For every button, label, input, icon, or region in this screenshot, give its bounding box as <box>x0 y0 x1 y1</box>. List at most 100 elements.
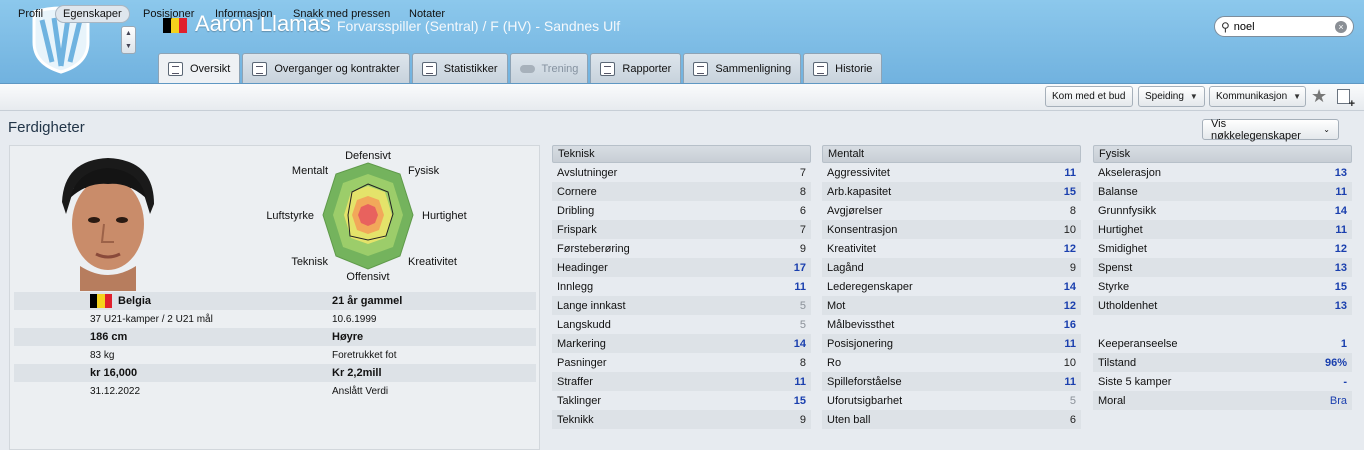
attribute-name: Mot <box>827 299 846 312</box>
make-bid-button[interactable]: Kom med et bud <box>1045 86 1133 107</box>
attribute-value: 1 <box>1340 337 1347 350</box>
attribute-group-header: Mentalt <box>822 145 1081 163</box>
attribute-row: Innlegg 11 <box>552 277 811 296</box>
preferred-foot: Høyre <box>332 331 364 343</box>
tab-historie[interactable]: Historie <box>803 53 883 83</box>
attribute-value: 13 <box>1334 261 1347 274</box>
attribute-value: 9 <box>799 413 806 426</box>
attribute-radar-chart: Defensivt Fysisk Hurtighet Kreativitet O… <box>266 150 466 283</box>
attribute-row: Balanse 11 <box>1093 182 1352 201</box>
subnav-notater[interactable]: Notater <box>402 5 452 23</box>
date-of-birth: 10.6.1999 <box>332 313 377 325</box>
tab-overganger[interactable]: Overganger og kontrakter <box>242 53 410 83</box>
search-input[interactable] <box>1233 20 1329 33</box>
attribute-value: - <box>1343 375 1347 388</box>
tab-label: Overganger og kontrakter <box>274 62 400 75</box>
attribute-value: 9 <box>799 242 806 255</box>
attribute-name: Langskudd <box>557 318 611 331</box>
weight: 83 kg <box>90 349 115 361</box>
attribute-value: 12 <box>1063 242 1076 255</box>
attribute-value: 14 <box>1334 204 1347 217</box>
subnav-pressen[interactable]: Snakk med pressen <box>286 5 397 23</box>
attribute-row: Uforutsigbarhet 5 <box>822 391 1081 410</box>
mental-attributes: Mentalt Aggressivitet 11 Arb.kapasitet 15 Avg… <box>822 145 1081 429</box>
technical-attributes: Teknisk Avslutninger 7 Cornere 8 Dribling 6 Fri… <box>552 145 811 429</box>
belgium-flag-icon <box>90 294 112 308</box>
attribute-value: 9 <box>1069 261 1076 274</box>
tab-trening[interactable]: Trening <box>509 53 589 83</box>
tab-sammenligning[interactable]: Sammenligning <box>683 53 802 83</box>
attribute-value: 8 <box>1069 204 1076 217</box>
attribute-name: Straffer <box>557 375 593 388</box>
scouting-dropdown[interactable]: Speiding ▼ <box>1138 86 1205 107</box>
star-icon[interactable]: ★ <box>1311 86 1327 107</box>
attribute-row: Langskudd 5 <box>552 315 811 334</box>
attribute-value: 12 <box>1334 242 1347 255</box>
attribute-name: Frispark <box>557 223 597 236</box>
subnav-informasjon[interactable]: Informasjon <box>208 5 279 23</box>
tab-label: Oversikt <box>190 62 231 75</box>
cloud-icon <box>519 62 535 76</box>
preferred-foot-label: Foretrukket fot <box>332 349 397 361</box>
attribute-group-header: Fysisk <box>1093 145 1352 163</box>
u21-caps: 37 U21-kamper / 2 U21 mål <box>90 313 213 325</box>
attribute-name: Konsentrasjon <box>827 223 898 236</box>
attribute-row: Spenst 13 <box>1093 258 1352 277</box>
attribute-row: Siste 5 kamper - <box>1093 372 1352 391</box>
tab-statistikker[interactable]: Statistikker <box>411 53 508 83</box>
key-attrs-label: Vis nøkkelegenskaper <box>1211 117 1301 142</box>
attribute-name: Headinger <box>557 261 608 274</box>
subnav-egenskaper[interactable]: Egenskaper <box>55 5 130 23</box>
attribute-row: Målbevissthet 16 <box>822 315 1081 334</box>
attribute-name: Styrke <box>1098 280 1130 293</box>
clear-search-icon[interactable]: × <box>1335 20 1347 33</box>
radar-label-aerial: Luftstyrke <box>266 210 314 222</box>
attribute-value: 10 <box>1063 356 1076 369</box>
player-nav-arrows[interactable]: ▲ ▼ <box>121 26 136 54</box>
attribute-row: Akselerasjon 13 <box>1093 163 1352 182</box>
subnav-posisjoner[interactable]: Posisjoner <box>136 5 201 23</box>
attribute-value: 7 <box>799 223 806 236</box>
attribute-name: Kreativitet <box>827 242 876 255</box>
attribute-value: 13 <box>1334 299 1347 312</box>
section-title: Ferdigheter <box>8 119 85 136</box>
attribute-name: Arb.kapasitet <box>827 185 892 198</box>
attribute-row: Konsentrasjon 10 <box>822 220 1081 239</box>
attribute-value: Bra <box>1329 394 1347 407</box>
radar-label-physical: Fysisk <box>408 165 440 177</box>
tab-label: Historie <box>835 62 873 75</box>
search-box[interactable]: ⚲ × <box>1214 16 1354 37</box>
add-note-icon[interactable] <box>1337 89 1355 110</box>
attribute-value: 5 <box>799 299 806 312</box>
attribute-row: Avslutninger 7 <box>552 163 811 182</box>
attribute-name: Pasninger <box>557 356 607 369</box>
attribute-value: 15 <box>793 394 806 407</box>
attribute-name: Utholdenhet <box>1098 299 1158 312</box>
radar-label-technical: Teknisk <box>291 256 328 268</box>
attribute-row: Dribling 6 <box>552 201 811 220</box>
attribute-name: Dribling <box>557 204 595 217</box>
attribute-name: Aggressivitet <box>827 166 890 179</box>
attribute-name: Teknikk <box>557 413 594 426</box>
contract-end: 31.12.2022 <box>90 385 141 397</box>
tab-oversikt[interactable]: Oversikt <box>158 53 241 83</box>
attribute-row: Moral Bra <box>1093 391 1352 410</box>
attribute-value: 14 <box>793 337 806 350</box>
attribute-value: 17 <box>793 261 806 274</box>
player-photo <box>58 158 158 291</box>
chevron-down-icon: ⌄ <box>1323 125 1330 134</box>
profile-card-icon <box>168 61 183 76</box>
tab-rapporter[interactable]: Rapporter <box>590 53 682 83</box>
communication-dropdown[interactable]: Kommunikasjon ▼ <box>1209 86 1306 107</box>
key-attributes-dropdown[interactable]: Vis nøkkelegenskaper ⌄ <box>1202 117 1339 142</box>
attribute-value: 11 <box>1064 166 1076 179</box>
attribute-row: Hurtighet 11 <box>1093 220 1352 239</box>
attribute-row: Mot 12 <box>822 296 1081 315</box>
subnav-profil[interactable]: Profil <box>11 5 50 23</box>
attribute-row: Frispark 7 <box>552 220 811 239</box>
attribute-name: Uforutsigbarhet <box>827 394 903 407</box>
attribute-value: 14 <box>1063 280 1076 293</box>
attribute-row: Teknikk 9 <box>552 410 811 429</box>
attribute-name: Posisjonering <box>827 337 894 350</box>
